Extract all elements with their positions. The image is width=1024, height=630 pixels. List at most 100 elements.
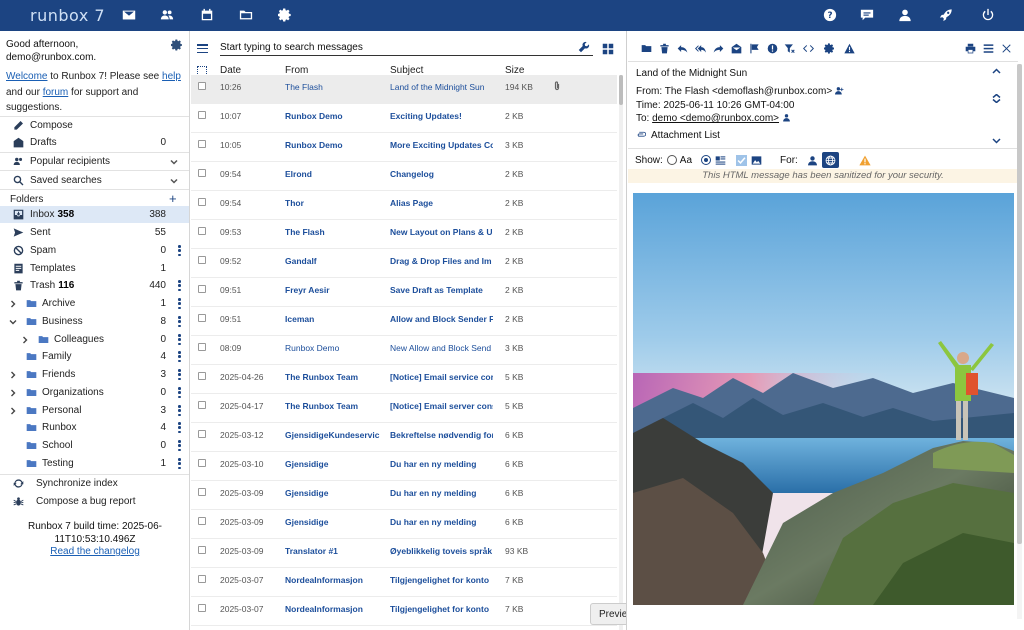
- more-options-icon[interactable]: [178, 280, 181, 291]
- more-options-icon[interactable]: [178, 369, 181, 380]
- layout-icon[interactable]: [602, 43, 614, 55]
- plain-text-radio[interactable]: [666, 155, 677, 165]
- to-address[interactable]: demo <demo@runbox.com>: [652, 113, 779, 124]
- mark-read-icon[interactable]: [730, 42, 742, 54]
- reading-pane-scrollbar[interactable]: [1017, 64, 1022, 619]
- message-checkbox[interactable]: [198, 546, 206, 554]
- message-row[interactable]: 08:09 Runbox Demo New Allow and Block Send…: [191, 336, 617, 365]
- chevron-down-icon[interactable]: [9, 318, 17, 326]
- reply-all-icon[interactable]: [694, 42, 706, 54]
- message-row[interactable]: 2025-04-26 The Runbox Team [Notice] Email …: [191, 365, 617, 394]
- message-checkbox[interactable]: [198, 430, 206, 438]
- message-checkbox[interactable]: [198, 575, 206, 583]
- saved-searches-toggle[interactable]: Saved searches: [0, 172, 189, 189]
- message-row[interactable]: 2025-03-09 Gjensidige Du har en ny melding…: [191, 510, 617, 539]
- chevron-right-icon[interactable]: [21, 336, 29, 344]
- spam-alert-icon[interactable]: [766, 42, 778, 54]
- forum-link[interactable]: forum: [43, 87, 69, 98]
- folder-inbox[interactable]: Inbox 358 388: [0, 206, 189, 223]
- chevron-right-icon[interactable]: [9, 389, 17, 397]
- close-icon[interactable]: [1000, 42, 1012, 54]
- message-row[interactable]: 2025-03-07 NordeaInformasjon Tilgjengeligh…: [191, 597, 617, 626]
- compose-button[interactable]: Compose: [0, 117, 189, 134]
- message-checkbox[interactable]: [198, 227, 206, 235]
- message-checkbox[interactable]: [198, 82, 206, 90]
- more-options-icon[interactable]: [178, 245, 181, 256]
- files-icon[interactable]: [238, 7, 254, 23]
- message-checkbox[interactable]: [198, 256, 206, 264]
- message-row[interactable]: 2025-04-17 The Runbox Team [Notice] Email …: [191, 394, 617, 423]
- more-options-icon[interactable]: [178, 458, 181, 469]
- message-checkbox[interactable]: [198, 169, 206, 177]
- chevron-right-icon[interactable]: [9, 371, 17, 379]
- chevron-right-icon[interactable]: [9, 407, 17, 415]
- more-options-icon[interactable]: [178, 351, 181, 362]
- message-checkbox[interactable]: [198, 343, 206, 351]
- expand-headers-icon[interactable]: [992, 93, 1001, 104]
- wrench-icon[interactable]: [578, 41, 590, 53]
- code-icon[interactable]: [802, 42, 814, 54]
- folder-organizations[interactable]: Organizations 0: [0, 384, 189, 401]
- message-checkbox[interactable]: [198, 140, 206, 148]
- folder-testing[interactable]: Testing 1: [0, 455, 189, 472]
- more-options-icon[interactable]: [178, 316, 181, 327]
- chevron-up-icon[interactable]: [992, 67, 1001, 76]
- more-options-icon[interactable]: [178, 422, 181, 433]
- attachment-list-toggle[interactable]: Attachment List: [637, 130, 720, 141]
- message-row[interactable]: 2025-03-10 Gjensidige Du har en ny melding…: [191, 452, 617, 481]
- folder-business[interactable]: Business 8: [0, 313, 189, 330]
- message-row[interactable]: 2025-03-07 NordeaInformasjon Tilgjengeligh…: [191, 568, 617, 597]
- popular-recipients-toggle[interactable]: Popular recipients: [0, 153, 189, 170]
- warning-icon[interactable]: [843, 42, 855, 54]
- add-folder-button[interactable]: +: [169, 192, 177, 205]
- message-checkbox[interactable]: [198, 314, 206, 322]
- rocket-icon[interactable]: [938, 7, 954, 23]
- more-options-icon[interactable]: [178, 440, 181, 451]
- help-link[interactable]: help: [162, 71, 181, 82]
- globe-icon[interactable]: [821, 152, 839, 168]
- menu-icon[interactable]: [197, 44, 208, 53]
- print-icon[interactable]: [964, 42, 976, 54]
- filter-icon[interactable]: [783, 42, 795, 54]
- contact-icon[interactable]: [782, 113, 791, 122]
- more-options-icon[interactable]: [178, 387, 181, 398]
- folder-spam[interactable]: Spam 0: [0, 242, 189, 259]
- runbox-logo[interactable]: runbox 7: [30, 6, 105, 25]
- folder-friends[interactable]: Friends 3: [0, 366, 189, 383]
- message-row[interactable]: 10:05 Runbox Demo More Exciting Updates Co…: [191, 133, 617, 162]
- folder-archive[interactable]: Archive 1: [0, 295, 189, 312]
- chevron-down-icon[interactable]: [992, 136, 1001, 145]
- chevron-right-icon[interactable]: [9, 300, 17, 308]
- message-list-scrollbar[interactable]: [619, 75, 623, 630]
- synchronize-index-button[interactable]: Synchronize index: [0, 475, 189, 492]
- folder-trash[interactable]: Trash 116 440: [0, 277, 189, 294]
- html-radio[interactable]: [701, 155, 712, 165]
- sidebar-item-drafts[interactable]: Drafts 0: [0, 134, 189, 151]
- gear-icon[interactable]: [170, 39, 183, 51]
- trash-icon[interactable]: [658, 42, 670, 54]
- folder-colleagues[interactable]: Colleagues 0: [0, 331, 189, 348]
- message-row[interactable]: 09:51 Iceman Allow and Block Sender F 2 KB: [191, 307, 617, 336]
- message-checkbox[interactable]: [198, 401, 206, 409]
- message-row[interactable]: 2025-03-12 GjensidigeKundeservic Bekreftel…: [191, 423, 617, 452]
- message-row[interactable]: 10:26 The Flash Land of the Midnight Sun 19…: [191, 75, 617, 104]
- message-row[interactable]: 2025-03-09 Gjensidige Du har en ny melding…: [191, 481, 617, 510]
- welcome-link[interactable]: Welcome: [6, 71, 48, 82]
- add-contact-icon[interactable]: [835, 86, 844, 95]
- account-icon[interactable]: [897, 7, 913, 23]
- folder-runbox[interactable]: Runbox 4: [0, 419, 189, 436]
- settings-icon[interactable]: [823, 42, 835, 54]
- checkbox-checked-icon[interactable]: [736, 154, 748, 166]
- power-icon[interactable]: [980, 7, 996, 23]
- more-options-icon[interactable]: [178, 405, 181, 416]
- menu-icon[interactable]: [982, 42, 994, 54]
- this-sender-icon[interactable]: [807, 155, 818, 166]
- message-checkbox[interactable]: [198, 285, 206, 293]
- mail-icon[interactable]: [121, 7, 137, 23]
- reply-icon[interactable]: [676, 42, 688, 54]
- more-options-icon[interactable]: [178, 334, 181, 345]
- bug-report-button[interactable]: Compose a bug report: [0, 493, 189, 510]
- message-checkbox[interactable]: [198, 372, 206, 380]
- forward-icon[interactable]: [712, 42, 724, 54]
- contacts-icon[interactable]: [159, 7, 175, 23]
